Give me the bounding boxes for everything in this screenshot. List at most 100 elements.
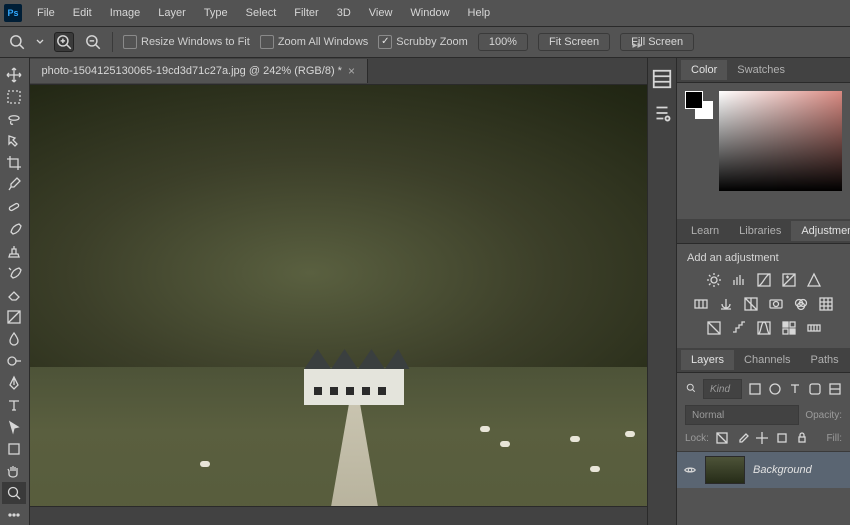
quick-select-tool-icon[interactable] (2, 130, 26, 152)
fill-screen-button[interactable]: Fill Screen (620, 33, 694, 51)
layer-filter-kind[interactable]: Kind (703, 379, 742, 399)
more-tools-icon[interactable] (2, 504, 26, 525)
gradient-map-icon[interactable] (806, 320, 822, 336)
lock-paint-icon[interactable] (735, 431, 749, 445)
document-tab[interactable]: photo-1504125130065-19cd3d71c27a.jpg @ 2… (30, 59, 368, 83)
hand-tool-icon[interactable] (2, 460, 26, 482)
search-kind-icon[interactable] (685, 382, 697, 397)
filter-adjust-icon[interactable] (768, 382, 782, 396)
vibrance-icon[interactable] (806, 272, 822, 288)
brush-tool-icon[interactable] (2, 218, 26, 240)
color-lookup-icon[interactable] (818, 296, 834, 312)
tab-adjustments[interactable]: Adjustments (791, 221, 850, 241)
tab-learn[interactable]: Learn (681, 221, 729, 241)
visibility-icon[interactable] (683, 463, 697, 477)
collapsed-panels (647, 58, 677, 525)
channel-mixer-icon[interactable] (793, 296, 809, 312)
menu-edit[interactable]: Edit (64, 3, 101, 23)
zoom-in-icon[interactable] (54, 32, 74, 52)
resize-windows-label: Resize Windows to Fit (141, 36, 250, 48)
rectangle-tool-icon[interactable] (2, 438, 26, 460)
layers-panel-tabs: Layers Channels Paths (677, 348, 850, 373)
selective-color-icon[interactable] (781, 320, 797, 336)
lock-transparent-icon[interactable] (715, 431, 729, 445)
eraser-tool-icon[interactable] (2, 284, 26, 306)
color-spectrum[interactable] (719, 91, 842, 191)
pen-tool-icon[interactable] (2, 372, 26, 394)
menu-select[interactable]: Select (237, 3, 286, 23)
move-tool-icon[interactable] (2, 64, 26, 86)
brightness-icon[interactable] (706, 272, 722, 288)
zoom-tool-icon[interactable] (2, 482, 26, 504)
lock-position-icon[interactable] (755, 431, 769, 445)
clone-stamp-tool-icon[interactable] (2, 240, 26, 262)
close-icon[interactable]: × (348, 64, 355, 78)
layer-row-background[interactable]: Background (677, 452, 850, 488)
lock-artboard-icon[interactable] (775, 431, 789, 445)
tab-channels[interactable]: Channels (734, 350, 800, 370)
bw-icon[interactable] (743, 296, 759, 312)
canvas[interactable] (30, 85, 647, 506)
panel-dock: Color Swatches Learn Libraries Adjustmen… (676, 58, 850, 525)
chevron-down-icon[interactable] (36, 38, 44, 46)
scrubby-zoom-checkbox[interactable]: Scrubby Zoom (378, 35, 468, 49)
lock-all-icon[interactable] (795, 431, 809, 445)
menu-filter[interactable]: Filter (285, 3, 327, 23)
filter-shape-icon[interactable] (808, 382, 822, 396)
photo-filter-icon[interactable] (768, 296, 784, 312)
zoom-all-checkbox[interactable]: Zoom All Windows (260, 35, 368, 49)
menu-image[interactable]: Image (101, 3, 150, 23)
tab-color[interactable]: Color (681, 60, 727, 80)
adjustments-panel-tabs: Learn Libraries Adjustments (677, 219, 850, 244)
marquee-tool-icon[interactable] (2, 86, 26, 108)
menu-help[interactable]: Help (459, 3, 500, 23)
foreground-color-icon[interactable] (685, 91, 703, 109)
menu-layer[interactable]: Layer (149, 3, 195, 23)
tool-panel (0, 58, 30, 525)
zoom-out-icon[interactable] (84, 33, 102, 51)
tab-layers[interactable]: Layers (681, 350, 734, 370)
menu-view[interactable]: View (360, 3, 402, 23)
healing-tool-icon[interactable] (2, 196, 26, 218)
foreground-background-swatch[interactable] (685, 91, 713, 119)
gradient-tool-icon[interactable] (2, 306, 26, 328)
type-tool-icon[interactable] (2, 394, 26, 416)
threshold-icon[interactable] (756, 320, 772, 336)
tab-swatches[interactable]: Swatches (727, 60, 795, 80)
color-balance-icon[interactable] (718, 296, 734, 312)
app-logo-icon: Ps (4, 4, 22, 22)
dodge-tool-icon[interactable] (2, 350, 26, 372)
tab-libraries[interactable]: Libraries (729, 221, 791, 241)
tab-paths[interactable]: Paths (801, 350, 849, 370)
lasso-tool-icon[interactable] (2, 108, 26, 130)
menu-type[interactable]: Type (195, 3, 237, 23)
history-panel-icon[interactable] (651, 68, 673, 90)
filter-pixel-icon[interactable] (748, 382, 762, 396)
layer-thumbnail[interactable] (705, 456, 745, 484)
crop-tool-icon[interactable] (2, 152, 26, 174)
history-brush-tool-icon[interactable] (2, 262, 26, 284)
filter-type-icon[interactable] (788, 382, 802, 396)
exposure-icon[interactable] (781, 272, 797, 288)
curves-icon[interactable] (756, 272, 772, 288)
hue-icon[interactable] (693, 296, 709, 312)
eyedropper-tool-icon[interactable] (2, 174, 26, 196)
menu-file[interactable]: File (28, 3, 64, 23)
fill-label: Fill: (826, 433, 842, 444)
blur-tool-icon[interactable] (2, 328, 26, 350)
resize-windows-checkbox[interactable]: Resize Windows to Fit (123, 35, 250, 49)
adjustments-title: Add an adjustment (687, 252, 840, 264)
filter-smart-icon[interactable] (828, 382, 842, 396)
menu-window[interactable]: Window (401, 3, 458, 23)
collapse-panels-icon[interactable]: ▸▸ (632, 40, 642, 51)
invert-icon[interactable] (706, 320, 722, 336)
posterize-icon[interactable] (731, 320, 747, 336)
menu-3d[interactable]: 3D (328, 3, 360, 23)
blend-mode-select[interactable]: Normal (685, 405, 799, 425)
path-select-tool-icon[interactable] (2, 416, 26, 438)
zoom-100-button[interactable]: 100% (478, 33, 528, 51)
levels-icon[interactable] (731, 272, 747, 288)
properties-panel-icon[interactable] (651, 102, 673, 124)
tool-preset-icon[interactable] (8, 33, 26, 51)
fit-screen-button[interactable]: Fit Screen (538, 33, 610, 51)
